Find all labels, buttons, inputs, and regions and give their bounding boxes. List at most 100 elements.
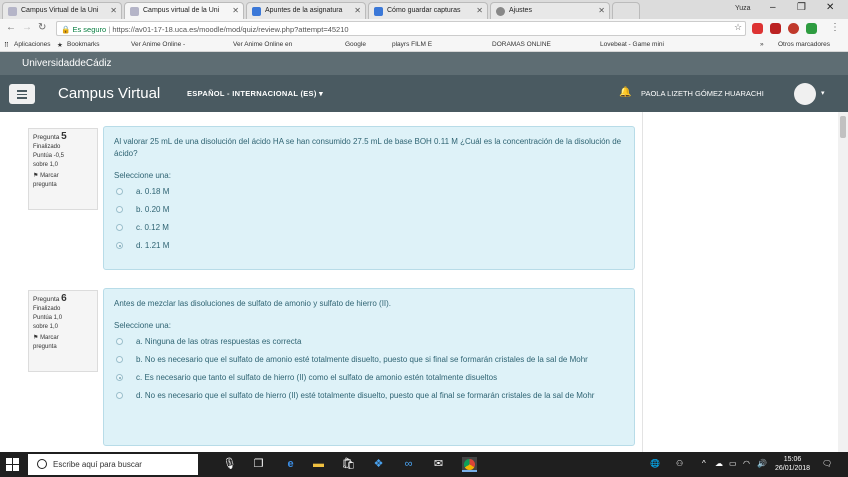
- close-tab-icon[interactable]: ✕: [476, 6, 483, 15]
- bookmark-star-icon[interactable]: ☆: [734, 22, 742, 33]
- chrome-icon[interactable]: [462, 457, 477, 472]
- question-score: Puntúa -0,5: [33, 153, 65, 159]
- bookmark-item[interactable]: DORAMAS ONLINE: [492, 41, 551, 48]
- answer-prompt: Seleccione una:: [114, 321, 171, 330]
- bookmark-item[interactable]: Ver Anime Online -: [131, 41, 185, 48]
- close-tab-icon[interactable]: ✕: [598, 6, 605, 15]
- flag-icon: ⚑: [33, 173, 39, 179]
- answer-option[interactable]: b. No es necesario que el sulfato de amo…: [114, 354, 624, 366]
- system-app-icon[interactable]: 🌐: [650, 459, 660, 468]
- tray-expand-icon[interactable]: ^: [702, 459, 706, 468]
- file-explorer-icon[interactable]: ▬: [311, 457, 326, 472]
- browser-tab-active[interactable]: Campus virtual de la Uni ✕: [124, 2, 244, 19]
- battery-icon[interactable]: ▭: [729, 459, 737, 468]
- browser-tab-strip: Campus Virtual de la Uni ✕ Campus virtua…: [0, 0, 848, 19]
- answer-option[interactable]: a. Ninguna de las otras respuestas es co…: [114, 336, 624, 348]
- university-logo-text[interactable]: UniversidaddeCádiz: [22, 58, 112, 69]
- question-status: Finalizado: [33, 144, 61, 150]
- document-favicon-icon: [252, 7, 261, 16]
- answer-option[interactable]: b. 0.20 M: [114, 204, 624, 216]
- bookmark-item[interactable]: playrs FILM E: [392, 41, 432, 48]
- question-info: Pregunta 5 Finalizado Puntúa -0,5 sobre …: [28, 128, 98, 210]
- radio-button[interactable]: [116, 356, 123, 363]
- radio-button[interactable]: [116, 224, 123, 231]
- people-icon[interactable]: ⚇: [676, 459, 683, 468]
- radio-button[interactable]: [116, 392, 123, 399]
- bookmarks-bar: ⠿ Aplicaciones ★ Bookmarks Ver Anime Onl…: [0, 38, 848, 52]
- volume-icon[interactable]: 🔊: [757, 459, 767, 468]
- user-name[interactable]: PAOLA LIZETH GÓMEZ HUARACHI: [641, 89, 764, 98]
- extension-ghostery-icon[interactable]: [770, 23, 781, 34]
- mail-icon[interactable]: ✉: [431, 457, 446, 472]
- apps-grid-icon[interactable]: ⠿: [4, 41, 9, 49]
- extension-green-icon[interactable]: [806, 23, 817, 34]
- onedrive-cloud-icon[interactable]: ☁: [715, 459, 723, 468]
- taskbar-clock[interactable]: 15:06 26/01/2018: [775, 455, 810, 473]
- dropbox-icon[interactable]: ❖: [371, 457, 386, 472]
- browser-profile-label[interactable]: Yuza: [735, 5, 751, 12]
- bookmark-item[interactable]: Lovebeat - Game mini: [600, 41, 664, 48]
- reload-icon[interactable]: ↻: [38, 22, 46, 33]
- browser-tab[interactable]: Campus Virtual de la Uni ✕: [2, 2, 122, 19]
- answer-option[interactable]: d. No es necesario que el sulfato de hie…: [114, 390, 624, 402]
- star-icon: ★: [57, 42, 63, 49]
- answer-option[interactable]: c. 0.12 M: [114, 222, 624, 234]
- answer-option-selected[interactable]: d. 1.21 M: [114, 240, 624, 252]
- answer-prompt: Seleccione una:: [114, 171, 171, 180]
- site-title[interactable]: Campus Virtual: [58, 85, 160, 102]
- back-arrow-icon[interactable]: ←: [6, 22, 16, 33]
- bookmark-item[interactable]: Aplicaciones: [14, 41, 51, 48]
- flag-question-link[interactable]: ⚑ Marcar: [33, 172, 93, 181]
- forward-arrow-icon[interactable]: →: [22, 22, 32, 33]
- action-center-icon[interactable]: 🗨: [822, 459, 832, 468]
- more-bookmarks-icon[interactable]: »: [760, 41, 764, 48]
- cortana-circle-icon: [37, 459, 47, 469]
- scrollbar-thumb[interactable]: [840, 116, 846, 138]
- new-tab-button[interactable]: [612, 2, 640, 19]
- extension-opera-icon[interactable]: [752, 23, 763, 34]
- language-menu[interactable]: ESPAÑOL - INTERNACIONAL (ES) ▾: [187, 89, 323, 98]
- edge-browser-icon[interactable]: e: [283, 457, 298, 472]
- window-close-icon[interactable]: ✕: [826, 2, 834, 13]
- close-tab-icon[interactable]: ✕: [354, 6, 361, 15]
- extension-abp-icon[interactable]: [788, 23, 799, 34]
- radio-button[interactable]: [116, 338, 123, 345]
- browser-menu-icon[interactable]: ⋮: [830, 22, 840, 33]
- taskbar-search-input[interactable]: Escribe aquí para buscar: [28, 454, 198, 475]
- answer-option-selected[interactable]: c. Es necesario que tanto el sulfato de …: [114, 372, 624, 384]
- radio-button-checked[interactable]: [116, 374, 123, 381]
- question-text: Antes de mezclar las disoluciones de sul…: [114, 299, 392, 308]
- notification-bell-icon[interactable]: 🔔: [619, 87, 631, 98]
- address-input[interactable]: 🔒 Es seguro | https://av01-17-18.uca.es/…: [56, 21, 746, 36]
- close-tab-icon[interactable]: ✕: [232, 6, 239, 15]
- user-avatar[interactable]: [794, 83, 816, 105]
- hamburger-menu-button[interactable]: [9, 84, 35, 104]
- bookmark-item[interactable]: Ver Anime Online en: [233, 41, 292, 48]
- answer-option[interactable]: a. 0.18 M: [114, 186, 624, 198]
- store-icon[interactable]: 🛍: [341, 457, 356, 472]
- minimize-icon[interactable]: –: [770, 2, 776, 13]
- radio-button-checked[interactable]: [116, 242, 123, 249]
- infinity-app-icon[interactable]: ∞: [401, 457, 416, 472]
- radio-button[interactable]: [116, 188, 123, 195]
- bookmark-item[interactable]: Bookmarks: [67, 41, 100, 48]
- radio-button[interactable]: [116, 206, 123, 213]
- other-bookmarks[interactable]: Otros marcadores: [778, 41, 830, 48]
- address-toolbar: ← → ↻ 🔒 Es seguro | https://av01-17-18.u…: [0, 19, 848, 38]
- browser-tab[interactable]: Apuntes de la asignatura ✕: [246, 2, 366, 19]
- user-menu-caret-icon[interactable]: ▾: [821, 89, 825, 97]
- question-number: 5: [61, 131, 67, 142]
- wifi-icon[interactable]: ◠: [743, 459, 750, 468]
- bookmark-item[interactable]: Google: [345, 41, 366, 48]
- microphone-icon[interactable]: 🎙: [222, 457, 237, 472]
- close-tab-icon[interactable]: ✕: [110, 6, 117, 15]
- windows-taskbar: Escribe aquí para buscar 🎙 ❐ e ▬ 🛍 ❖ ∞ ✉…: [0, 452, 848, 477]
- browser-tab[interactable]: Ajustes ✕: [490, 2, 610, 19]
- browser-tab[interactable]: Cómo guardar capturas ✕: [368, 2, 488, 19]
- restore-icon[interactable]: ❐: [797, 2, 806, 13]
- flag-question-link[interactable]: ⚑ Marcar: [33, 334, 93, 343]
- windows-start-icon[interactable]: [6, 458, 19, 471]
- vertical-scrollbar[interactable]: [838, 112, 848, 452]
- task-view-icon[interactable]: ❐: [251, 457, 266, 472]
- site-favicon-icon: [130, 7, 139, 16]
